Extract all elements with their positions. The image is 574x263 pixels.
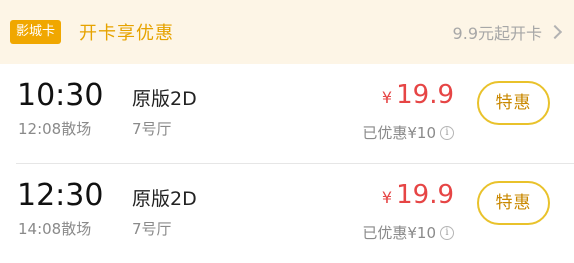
open-card-price-text: 9.9元起开卡: [452, 24, 542, 43]
end-time: 12:08散场: [18, 120, 92, 138]
price: ¥ 19.9: [382, 80, 454, 110]
info-icon[interactable]: i: [440, 225, 454, 240]
hall-name: 7号厅: [132, 120, 172, 138]
chevron-right-icon: [547, 24, 563, 40]
cinema-card-badge: 影城卡: [10, 20, 62, 44]
special-deal-button[interactable]: 特惠: [477, 81, 550, 125]
start-time: 10:30: [17, 78, 104, 113]
open-card-link[interactable]: 9.9元起开卡: [452, 20, 563, 44]
card-promo-text: 开卡享优惠: [79, 23, 175, 44]
currency-symbol: ¥: [381, 188, 393, 207]
showtime-list: 10:30 12:08散场 原版2D 7号厅 ¥ 19.9 已优惠¥10 i 特…: [0, 64, 574, 263]
showtime-row[interactable]: 12:30 14:08散场 原版2D 7号厅 ¥ 19.9 已优惠¥10 i 特…: [0, 164, 574, 263]
info-icon[interactable]: i: [440, 125, 454, 140]
hall-name: 7号厅: [132, 220, 172, 238]
end-time: 14:08散场: [18, 220, 92, 238]
start-time: 12:30: [17, 178, 104, 213]
price-value: 19.9: [396, 180, 454, 210]
showtime-row[interactable]: 10:30 12:08散场 原版2D 7号厅 ¥ 19.9 已优惠¥10 i 特…: [0, 64, 574, 164]
movie-version: 原版2D: [132, 88, 197, 110]
discount-info: 已优惠¥10 i: [362, 222, 454, 243]
price: ¥ 19.9: [382, 180, 454, 210]
currency-symbol: ¥: [381, 88, 393, 107]
price-value: 19.9: [396, 80, 454, 110]
special-deal-button[interactable]: 特惠: [477, 181, 550, 225]
movie-version: 原版2D: [132, 188, 197, 210]
membership-card-banner[interactable]: 影城卡 开卡享优惠 9.9元起开卡: [0, 0, 574, 64]
discount-text: 已优惠¥10: [362, 224, 436, 242]
discount-text: 已优惠¥10: [362, 124, 436, 142]
discount-info: 已优惠¥10 i: [362, 122, 454, 143]
